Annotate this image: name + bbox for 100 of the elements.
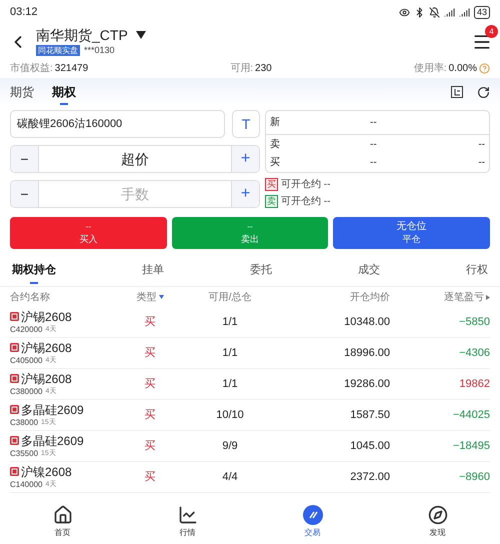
account-title: 南华期货_CTP	[36, 26, 128, 44]
option-tag-icon	[10, 343, 19, 352]
nav-item[interactable]: 发现	[408, 505, 468, 539]
position-tab[interactable]: 期权持仓	[12, 255, 56, 286]
column-header[interactable]: 类型	[136, 290, 156, 304]
increase-button[interactable]: +	[231, 181, 259, 207]
pnl-cell-text: −5850	[458, 314, 490, 330]
quantity-input[interactable]: 手数	[39, 181, 231, 207]
condition-order-icon[interactable]	[451, 86, 463, 98]
stat-value: 321479	[54, 62, 88, 76]
available-cell-text: 1/1	[221, 346, 239, 361]
available-cell-text: 10/10	[215, 408, 245, 423]
strike-code: C420000	[10, 324, 42, 334]
stat-label: 市值权益:	[10, 62, 53, 76]
strike-code: C405000	[10, 354, 42, 366]
bluetooth-icon	[414, 6, 425, 18]
open-price-cell-text: 10348.00	[343, 314, 390, 330]
position-tab[interactable]: 委托	[250, 255, 272, 286]
nav-item[interactable]: 行情	[158, 505, 218, 539]
expand-caret-icon[interactable]	[486, 294, 490, 300]
quote-volume: --	[478, 156, 485, 170]
option-tag-icon	[10, 312, 19, 321]
chart-icon	[178, 505, 198, 525]
nav-item[interactable]: 交易	[282, 505, 342, 539]
quote-volume: --	[478, 138, 485, 152]
type-cell-text: 买	[144, 314, 156, 330]
open-price-cell-text: 18996.00	[343, 346, 390, 361]
option-tag-icon	[10, 405, 19, 414]
dropdown-caret-icon[interactable]	[136, 31, 146, 40]
nav-item[interactable]: 首页	[32, 505, 92, 539]
quote-label: 买	[270, 156, 281, 170]
sort-caret-icon[interactable]	[158, 295, 164, 299]
quote-value: --	[370, 116, 377, 130]
pnl-cell-text: 19862	[458, 376, 490, 392]
column-header: 合约名称	[10, 290, 51, 304]
mute-icon	[428, 6, 440, 18]
strike-code: C35500	[10, 448, 38, 458]
available-cell-text: 4/4	[221, 470, 239, 485]
type-cell-text: 买	[144, 408, 156, 423]
side-tag: 买	[265, 178, 278, 191]
position-tab[interactable]: 挂单	[142, 255, 164, 286]
side-tag: 卖	[265, 195, 278, 208]
notification-badge: 4	[485, 25, 498, 38]
open-price-cell-text: 1045.00	[349, 438, 390, 454]
stat-value: 0.00%	[448, 62, 477, 76]
contract-name: 沪锡2608	[21, 340, 72, 354]
trade-icon	[302, 505, 322, 525]
strike-code: C38000	[10, 416, 38, 428]
decrease-button[interactable]: −	[11, 181, 39, 207]
column-header: 可用/总仓	[208, 290, 252, 304]
contract-field[interactable]: 碳酸锂2606沽160000	[10, 110, 225, 138]
contract-name: 多晶硅2609	[21, 402, 84, 416]
home-icon	[52, 505, 72, 525]
account-tag: 同花顺实盘	[36, 45, 80, 56]
open-price-cell-text: 2372.00	[349, 470, 390, 485]
column-header: 开仓均价	[349, 290, 390, 304]
option-tag-icon	[10, 467, 19, 476]
quote-value: --	[370, 156, 377, 170]
pnl-cell-text: −8960	[458, 470, 490, 485]
position-tab[interactable]: 行权	[466, 255, 488, 286]
openable-amount: 可开仓约 --	[281, 178, 330, 192]
open-price-cell-text: 1587.50	[349, 408, 390, 423]
pnl-cell-text: −4306	[458, 346, 490, 361]
type-cell-text: 买	[144, 376, 156, 392]
strike-code: C140000	[10, 478, 42, 490]
refresh-icon[interactable]	[477, 86, 490, 98]
stat-value: 230	[255, 62, 272, 76]
position-tab[interactable]: 成交	[358, 255, 380, 286]
tab[interactable]: 期权	[52, 78, 76, 106]
strike-code: C380000	[10, 386, 42, 396]
t-button[interactable]: T	[232, 110, 260, 138]
quote-label: 新	[270, 116, 281, 130]
column-header[interactable]: 逐笔盈亏	[444, 290, 484, 304]
action-button[interactable]: -- 买入	[10, 217, 167, 249]
contract-name: 沪锡2608	[21, 310, 72, 324]
available-cell-text: 1/1	[221, 376, 239, 392]
pnl-cell-text: −18495	[452, 438, 490, 454]
open-price-cell-text: 19286.00	[343, 376, 390, 392]
battery-indicator: 43	[474, 6, 490, 18]
type-cell-text: 买	[144, 346, 156, 361]
stat-label: 可用:	[230, 62, 254, 76]
status-time: 03:12	[10, 4, 38, 20]
account-number: ***0130	[84, 44, 115, 57]
openable-amount: 可开仓约 --	[281, 195, 330, 209]
option-tag-icon	[10, 374, 19, 383]
quote-value: --	[370, 138, 377, 152]
compass-icon	[428, 505, 448, 525]
type-cell-text: 买	[144, 470, 156, 485]
available-cell-text: 1/1	[221, 314, 239, 330]
action-button[interactable]: 无仓位 平仓	[333, 217, 490, 249]
quote-label: 卖	[270, 138, 281, 152]
tab[interactable]: 期货	[10, 78, 34, 106]
type-cell-text: 买	[144, 438, 156, 454]
option-tag-icon	[10, 436, 19, 445]
available-cell-text: 9/9	[221, 438, 239, 454]
eye-icon	[398, 6, 410, 18]
stat-label: 使用率:	[414, 62, 447, 76]
contract-name: 多晶硅2609	[21, 434, 84, 448]
pnl-cell-text: −44025	[452, 408, 490, 423]
quantity-field[interactable]: − 手数 +	[10, 180, 260, 208]
